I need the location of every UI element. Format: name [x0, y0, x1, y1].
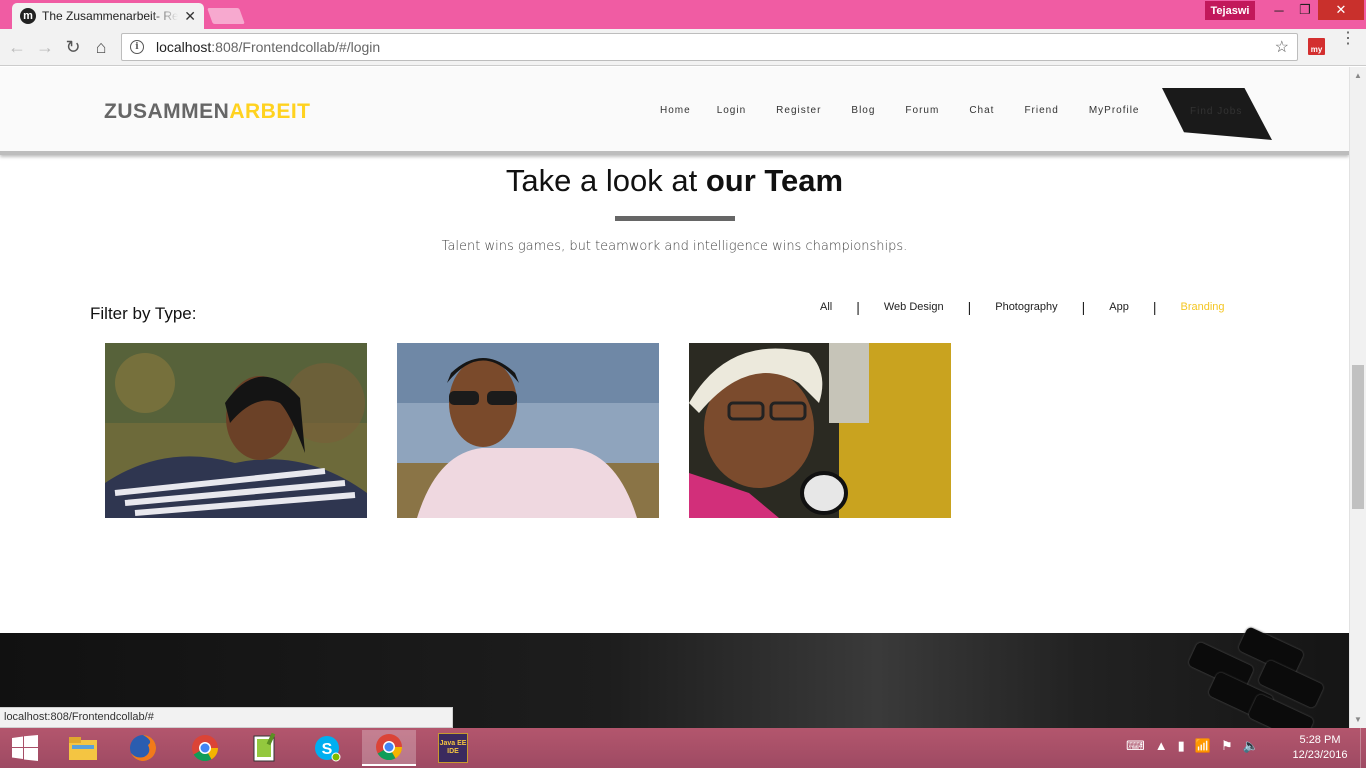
find-jobs-button[interactable]: Find Jobs: [1162, 88, 1272, 140]
nav-blog[interactable]: Blog: [851, 105, 875, 116]
logo-part-zusammen: ZUSAMMEN: [104, 100, 230, 123]
link-status-bubble: localhost:808/Frontendcollab/#: [0, 707, 453, 728]
filter-app[interactable]: App: [1109, 301, 1129, 313]
java-ee-ide-label: Java EE IDE: [438, 733, 468, 763]
nav-register[interactable]: Register: [776, 105, 821, 116]
team-section-title: Take a look at our Team: [0, 163, 1349, 199]
filter-branding[interactable]: Branding: [1180, 301, 1224, 313]
page-scrollbar[interactable]: ▲ ▼: [1349, 67, 1366, 728]
team-title-bold: our Team: [705, 163, 844, 198]
forward-arrow-icon[interactable]: →: [34, 37, 56, 57]
keyboard-image: [1150, 626, 1349, 728]
filter-separator: |: [967, 299, 972, 315]
clock-date: 12/23/2016: [1292, 749, 1348, 761]
filter-label: Filter by Type:: [90, 304, 197, 323]
nav-login[interactable]: Login: [717, 105, 746, 116]
scroll-thumb[interactable]: [1352, 365, 1364, 509]
profile-button[interactable]: Tejaswi: [1205, 1, 1255, 20]
browser-titlebar: m The Zusammenarbeit- Re ✕ Tejaswi ─ ❐ ✕: [0, 0, 1366, 29]
tab-close-icon[interactable]: ✕: [184, 8, 196, 25]
extension-icon[interactable]: my: [1308, 38, 1325, 55]
filter-photography[interactable]: Photography: [995, 301, 1057, 313]
filter-bar: All | Web Design | Photography | App | B…: [820, 299, 1225, 315]
url-path: :808/Frontendcollab/#/login: [211, 39, 381, 55]
show-hidden-icons-icon[interactable]: ▲: [1155, 738, 1168, 754]
site-navbar: ZUSAMMENARBEIT Home Login Register Blog …: [0, 67, 1349, 155]
browser-toolbar: ← → ↻ ⌂ i localhost:808/Frontendcollab/#…: [0, 29, 1366, 66]
reload-icon[interactable]: ↻: [62, 37, 84, 57]
chrome-active-icon[interactable]: [362, 730, 416, 766]
nav-home[interactable]: Home: [660, 105, 691, 116]
title-divider: [615, 216, 735, 221]
signal-icon[interactable]: 📶: [1195, 738, 1211, 754]
filter-web-design[interactable]: Web Design: [884, 301, 944, 313]
volume-icon[interactable]: 🔈: [1243, 738, 1259, 754]
nav-myprofile[interactable]: MyProfile: [1089, 105, 1140, 116]
windows-start-icon[interactable]: [0, 730, 50, 766]
bookmark-star-icon[interactable]: ☆: [1275, 37, 1289, 57]
team-title-prefix: Take a look at: [505, 163, 706, 198]
nav-friend[interactable]: Friend: [1024, 105, 1058, 116]
home-icon[interactable]: ⌂: [90, 37, 112, 57]
chrome-icon[interactable]: [178, 730, 232, 766]
page-viewport: ZUSAMMENARBEIT Home Login Register Blog …: [0, 67, 1349, 728]
url-host: localhost: [156, 39, 212, 55]
file-explorer-icon[interactable]: [56, 730, 110, 766]
java-ee-ide-icon[interactable]: Java EE IDE: [426, 730, 480, 766]
logo-part-arbeit: ARBEIT: [229, 100, 311, 123]
browser-menu-icon[interactable]: ⋮: [1340, 31, 1356, 47]
notepad-plus-plus-icon[interactable]: [238, 730, 292, 766]
filter-separator: |: [856, 299, 860, 315]
site-info-icon[interactable]: i: [130, 40, 144, 54]
team-photo-1[interactable]: [105, 343, 367, 518]
scroll-down-arrow-icon[interactable]: ▼: [1354, 715, 1362, 724]
site-logo[interactable]: ZUSAMMENARBEIT: [104, 100, 311, 124]
address-bar[interactable]: i localhost:808/Frontendcollab/#/login ☆: [121, 33, 1298, 61]
battery-icon[interactable]: ▮: [1178, 738, 1185, 754]
svg-text:S: S: [322, 741, 333, 758]
tab-title: The Zusammenarbeit- Re: [42, 9, 179, 23]
clock-time: 5:28 PM: [1299, 734, 1341, 746]
team-tagline: Talent wins games, but teamwork and inte…: [441, 239, 908, 254]
browser-tab[interactable]: m The Zusammenarbeit- Re ✕: [12, 3, 204, 29]
filter-all[interactable]: All: [820, 301, 832, 313]
flag-icon[interactable]: ⚑: [1221, 738, 1233, 754]
nav-forum[interactable]: Forum: [905, 105, 939, 116]
taskbar-clock[interactable]: 5:28 PM 12/23/2016: [1290, 733, 1350, 763]
find-jobs-label: Find Jobs: [1190, 106, 1243, 117]
system-tray: ⌨ ▲ ▮ 📶 ⚑ 🔈: [1126, 738, 1259, 754]
new-tab-button[interactable]: [207, 8, 245, 24]
team-photo-2[interactable]: [397, 343, 659, 518]
windows-taskbar: S Java EE IDE ⌨ ▲ ▮ 📶 ⚑ 🔈 5:28 PM 12/23/…: [0, 728, 1366, 768]
window-close-icon[interactable]: ✕: [1318, 0, 1364, 20]
back-arrow-icon[interactable]: ←: [6, 37, 28, 57]
show-desktop-button[interactable]: [1360, 728, 1366, 768]
nav-chat[interactable]: Chat: [969, 105, 994, 116]
filter-separator: |: [1081, 299, 1086, 315]
firefox-icon[interactable]: [116, 730, 170, 766]
nav-menu: Home Login Register Blog Forum Chat Frie…: [660, 105, 1140, 116]
skype-icon[interactable]: S: [300, 730, 354, 766]
restore-icon[interactable]: ❐: [1290, 0, 1320, 20]
team-photo-3[interactable]: [689, 343, 951, 518]
filter-separator: |: [1152, 299, 1157, 315]
keyboard-icon[interactable]: ⌨: [1126, 738, 1145, 754]
site-favicon-icon: m: [20, 8, 36, 24]
scroll-up-arrow-icon[interactable]: ▲: [1354, 71, 1362, 80]
